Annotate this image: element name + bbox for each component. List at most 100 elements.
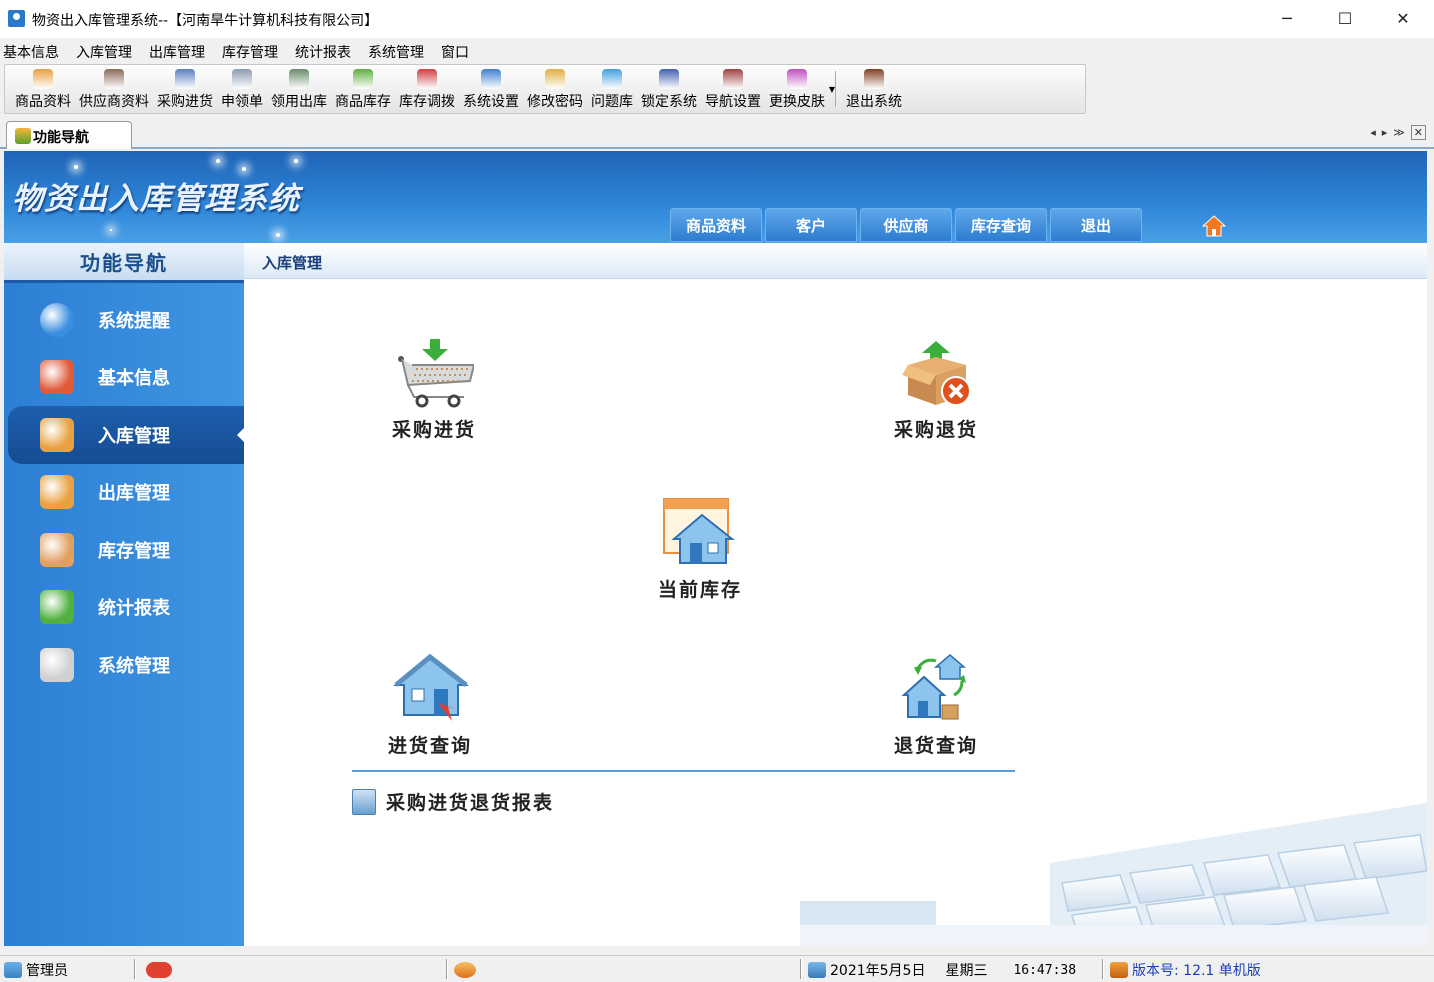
toolbar-button-12[interactable]: 更换皮肤 ▼ [765,65,835,113]
current-stock-label: 当前库存 [658,579,743,601]
purchase-truck-icon [175,69,195,89]
sidebar-item-label: 入库管理 [98,425,170,447]
box-return-icon [902,341,971,406]
return-query-button[interactable]: 退货查询 [894,651,978,758]
toolbar-button-1[interactable]: 供应商资料 [75,65,153,113]
report-document-icon [352,788,376,815]
sidebar-item-0[interactable]: 系统提醒 [4,291,244,349]
tab-scroll-right-icon[interactable]: ▸ [1382,126,1394,139]
skin-palette-icon [787,69,807,89]
sidebar-item-4[interactable]: 库存管理 [4,521,244,579]
content-area: 入库管理 采购进货 采购退货 当前库存 进货查询 退货查询 采购进货退货报表 [244,243,1427,946]
sidebar-item-2[interactable]: 入库管理 [8,406,244,464]
tab-function-nav[interactable]: 功能导航 [6,121,132,149]
tab-close-icon[interactable]: ✕ [1410,125,1426,140]
top-nav-suppliers[interactable]: 供应商 [860,208,952,242]
toolbar-button-9[interactable]: 问题库 [587,65,637,113]
top-nav-exit[interactable]: 退出 [1050,208,1142,242]
status-separator [134,959,136,979]
sparkle-icon [294,159,298,163]
purchase-in-button[interactable]: 采购进货 [392,335,476,442]
toolbar-button-7[interactable]: 系统设置 [459,65,523,113]
status-bar: 管理员 2021年5月5日 星期三 16:47:38 版本号: 12.1 单机版 [0,955,1434,982]
toolbar-button-0[interactable]: 商品资料 [11,65,75,113]
warehouse-window-icon [663,498,735,564]
purchase-query-button[interactable]: 进货查询 [388,651,472,758]
tab-scroll-left-icon[interactable]: ◂ [1370,126,1382,139]
return-query-label: 退货查询 [894,735,979,757]
menu-system[interactable]: 系统管理 [368,38,424,63]
toolbar-button-4[interactable]: 领用出库 [267,65,331,113]
top-nav-customers[interactable]: 客户 [765,208,857,242]
toolbar-button-5[interactable]: 商品库存 [331,65,395,113]
divider-line [352,770,1015,772]
toolbar-button-13[interactable]: 退出系统 [842,65,906,113]
toolbar-button-11[interactable]: 导航设置 [701,65,765,113]
status-time: 16:47:38 [1013,962,1077,978]
sparkle-icon [276,233,280,237]
version-house-icon [1110,962,1128,978]
maximize-button[interactable]: ☐ [1322,4,1368,34]
inventory-box-icon [353,69,373,89]
toolbar-button-10[interactable]: 锁定系统 [637,65,701,113]
tab-list-icon[interactable]: ≫ [1393,126,1411,139]
skin-dropdown-arrow-icon[interactable]: ▼ [829,85,835,94]
transfer-arrows-icon [417,69,437,89]
home-icon[interactable] [1202,214,1226,238]
menu-window[interactable]: 窗口 [441,38,469,63]
nav-settings-icon [723,69,743,89]
menu-inventory[interactable]: 库存管理 [222,38,278,63]
menu-reports[interactable]: 统计报表 [295,38,351,63]
tools-icon [40,647,74,682]
sidebar-title: 功能导航 [4,243,244,283]
menu-inbound[interactable]: 入库管理 [76,38,132,63]
status-version-label: 版本号: 12.1 单机版 [1132,963,1261,979]
toolbar-button-8[interactable]: 修改密码 [523,65,587,113]
purchase-return-button[interactable]: 采购退货 [894,335,978,442]
toolbar-button-label: 采购进货 [157,94,213,110]
breadcrumb: 入库管理 [244,243,1427,279]
cart-out-icon [289,69,309,89]
sidebar-item-3[interactable]: 出库管理 [4,464,244,522]
nav-tab-icon [15,128,31,144]
box-in-icon [40,417,74,452]
box-out-icon [40,475,74,510]
toolbar-button-label: 退出系统 [846,94,902,110]
toolbar-button-6[interactable]: 库存调拨 [395,65,459,113]
current-stock-button[interactable]: 当前库存 [658,495,742,602]
status-weekday: 星期三 [945,963,988,979]
exit-door-icon [864,69,884,89]
close-button[interactable]: ✕ [1380,4,1426,34]
purchase-return-report-link[interactable]: 采购进货退货报表 [352,788,554,815]
top-nav-stock-query[interactable]: 库存查询 [955,208,1047,242]
key-icon [545,69,565,89]
house-exchange-icon [901,654,967,720]
status-vip [146,959,176,981]
sidebar-item-1[interactable]: 基本信息 [4,349,244,407]
keyboard-decoration [800,803,1427,946]
purchase-in-label: 采购进货 [392,419,477,441]
minimize-button[interactable]: ─ [1264,4,1310,34]
sidebar-item-6[interactable]: 系统管理 [4,636,244,694]
top-nav-goods[interactable]: 商品资料 [670,208,762,242]
toolbar-button-label: 商品库存 [335,94,391,110]
status-date: 2021年5月5日 [830,963,926,979]
sidebar-item-5[interactable]: 统计报表 [4,579,244,637]
assistant-face-icon [454,962,476,978]
tab-label: 功能导航 [33,130,89,146]
sidebar-item-label: 系统提醒 [98,310,170,332]
toolbar-button-label: 领用出库 [271,94,327,110]
menu-outbound[interactable]: 出库管理 [149,38,205,63]
info-icon [40,302,74,337]
status-separator [800,959,802,979]
status-separator [446,959,448,979]
toolbar-button-label: 修改密码 [527,94,583,110]
requisition-form-icon [232,69,252,89]
main-panel: 物资出入库管理系统 商品资料 客户 供应商 库存查询 退出 功能导航 系统提醒基… [4,151,1427,946]
tab-strip: 功能导航 ◂▸≫ ✕ [0,119,1434,149]
toolbar-button-2[interactable]: 采购进货 [153,65,217,113]
help-bubble-icon [602,69,622,89]
toolbar-button-3[interactable]: 申领单 [217,65,267,113]
status-assistant [454,959,480,981]
menu-basic-info[interactable]: 基本信息 [3,38,59,63]
